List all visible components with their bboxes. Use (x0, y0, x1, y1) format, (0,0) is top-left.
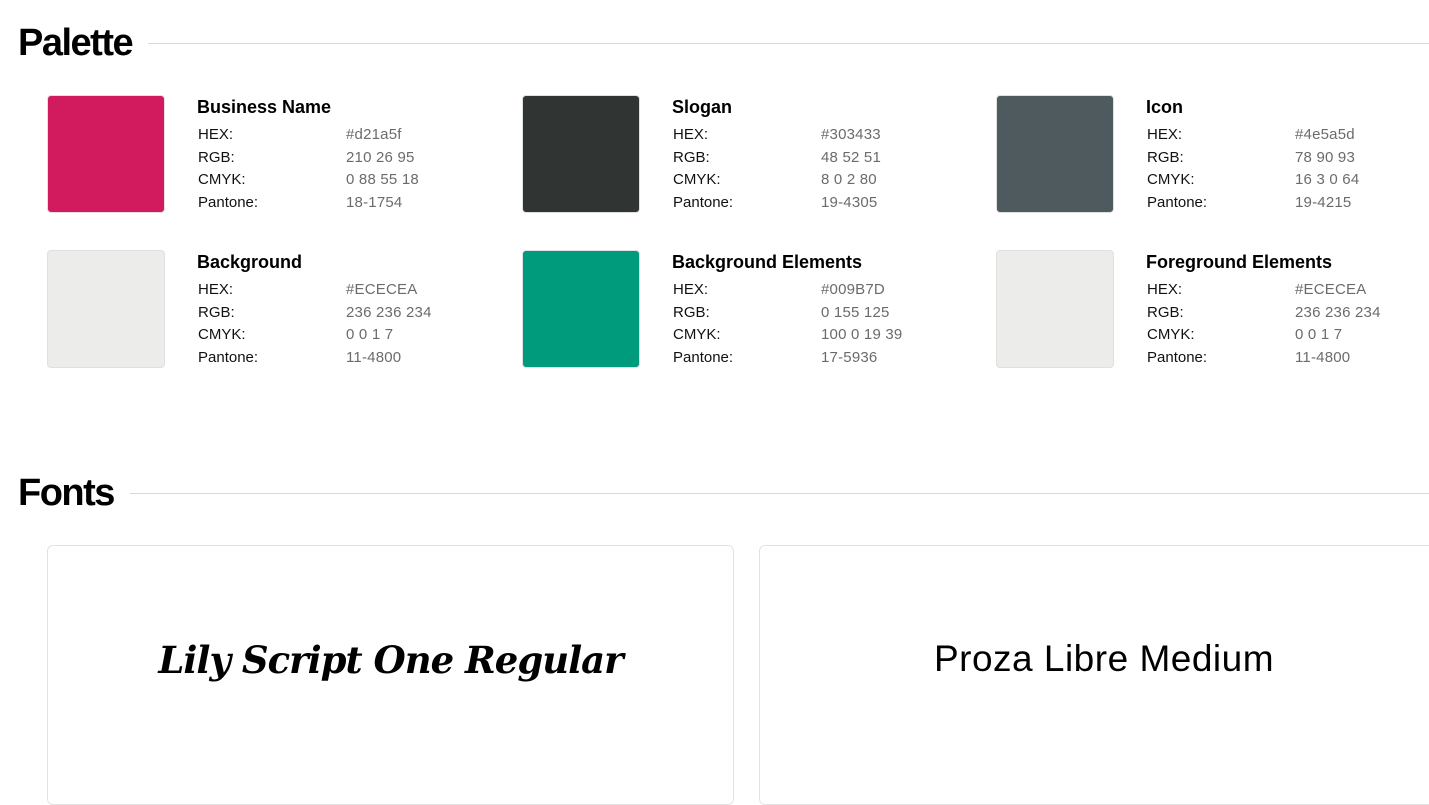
spec-value: #d21a5f (346, 126, 402, 143)
spec-label: CMYK: (1147, 326, 1195, 343)
spec-label: CMYK: (1147, 171, 1195, 188)
swatch-card-icon: Icon HEX: #4e5a5d RGB: 78 90 93 CMYK: 16 3 … (996, 95, 1426, 217)
spec-value: 18-1754 (346, 194, 403, 211)
color-swatch (996, 95, 1114, 213)
spec-label: HEX: (1147, 281, 1183, 298)
spec-label: RGB: (1147, 304, 1184, 321)
fonts-divider (129, 492, 1429, 494)
spec-value: 17-5936 (821, 349, 878, 366)
swatch-card-background-elements: Background Elements HEX: #009B7D RGB: 0 15… (522, 250, 952, 372)
spec-value: 0 88 55 18 (346, 171, 419, 188)
spec-label: CMYK: (673, 171, 721, 188)
spec-value: 8 0 2 80 (821, 171, 877, 188)
spec-label: Pantone: (198, 349, 259, 366)
swatch-name: Background (197, 252, 303, 272)
palette-divider (148, 42, 1429, 44)
spec-value: 236 236 234 (1295, 304, 1381, 321)
swatch-card-background: Background HEX: #ECECEA RGB: 236 236 234 C… (47, 250, 477, 372)
color-swatch (996, 250, 1114, 368)
spec-label: HEX: (198, 126, 234, 143)
spec-label: HEX: (198, 281, 234, 298)
spec-value: 236 236 234 (346, 304, 432, 321)
color-swatch (522, 250, 640, 368)
spec-label: Pantone: (673, 349, 734, 366)
spec-value: #009B7D (821, 281, 885, 298)
color-swatch (522, 95, 640, 213)
spec-value: 48 52 51 (821, 149, 881, 166)
spec-value: #4e5a5d (1295, 126, 1355, 143)
spec-label: RGB: (198, 149, 235, 166)
spec-value: 16 3 0 64 (1295, 171, 1360, 188)
fonts-title: Fonts (18, 472, 115, 514)
spec-value: 210 26 95 (346, 149, 415, 166)
spec-label: Pantone: (198, 194, 259, 211)
spec-label: CMYK: (198, 171, 246, 188)
spec-label: RGB: (1147, 149, 1184, 166)
spec-value: 19-4305 (821, 194, 878, 211)
spec-label: CMYK: (198, 326, 246, 343)
swatch-name: Slogan (672, 97, 733, 117)
swatch-name: Background Elements (672, 252, 863, 272)
spec-value: 100 0 19 39 (821, 326, 903, 343)
font-sample-text: Lily Script One Regular (158, 638, 623, 682)
spec-label: Pantone: (1147, 349, 1208, 366)
swatch-card-foreground-elements: Foreground Elements HEX: #ECECEA RGB: 236 … (996, 250, 1426, 372)
palette-title: Palette (18, 22, 134, 64)
spec-label: RGB: (673, 304, 710, 321)
spec-label: HEX: (673, 126, 709, 143)
swatch-card-slogan: Slogan HEX: #303433 RGB: 48 52 51 CMYK: 8 0… (522, 95, 952, 217)
spec-value: 19-4215 (1295, 194, 1352, 211)
spec-label: Pantone: (1147, 194, 1208, 211)
font-card-proza-libre: Proza Libre Medium (759, 545, 1429, 805)
font-sample-text: Proza Libre Medium (933, 638, 1275, 679)
spec-value: #ECECEA (346, 281, 418, 298)
spec-value: #303433 (821, 126, 881, 143)
swatch-name: Business Name (197, 97, 332, 117)
swatch-card-business-name: Business Name HEX: #d21a5f RGB: 210 26 95 … (47, 95, 477, 217)
fonts-section-header: Fonts (18, 474, 1429, 512)
spec-value: 11-4800 (346, 349, 402, 366)
spec-value: 0 0 1 7 (1295, 326, 1343, 343)
spec-label: RGB: (673, 149, 710, 166)
palette-section-header: Palette (18, 24, 1429, 62)
spec-value: #ECECEA (1295, 281, 1367, 298)
swatch-name: Foreground Elements (1146, 252, 1333, 272)
spec-value: 0 0 1 7 (346, 326, 394, 343)
color-swatch (47, 95, 165, 213)
spec-value: 78 90 93 (1295, 149, 1355, 166)
spec-value: 11-4800 (1295, 349, 1351, 366)
swatch-name: Icon (1146, 97, 1184, 117)
spec-label: HEX: (673, 281, 709, 298)
font-card-lily-script: Lily Script One Regular (47, 545, 734, 805)
spec-label: HEX: (1147, 126, 1183, 143)
spec-value: 0 155 125 (821, 304, 890, 321)
spec-label: RGB: (198, 304, 235, 321)
spec-label: CMYK: (673, 326, 721, 343)
spec-label: Pantone: (673, 194, 734, 211)
color-swatch (47, 250, 165, 368)
